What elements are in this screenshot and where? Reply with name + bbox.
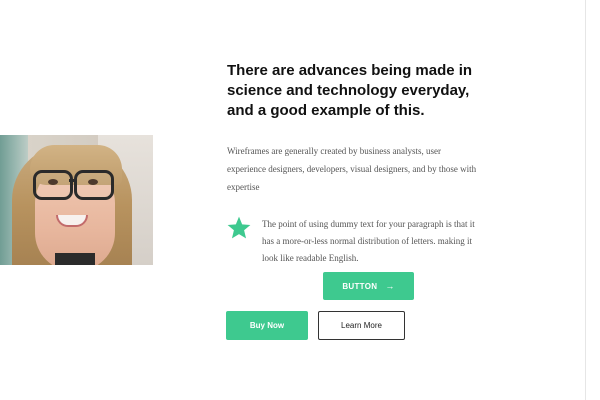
section-headline: There are advances being made in science… <box>227 62 473 119</box>
photo-eye-right <box>88 179 98 185</box>
buy-now-label: Buy Now <box>249 321 285 330</box>
section-paragraph: Wireframes are generally created by busi… <box>227 146 477 192</box>
photo-glasses-bridge <box>69 179 77 182</box>
learn-more-label: Learn More <box>341 321 382 330</box>
arrow-right-icon: → <box>385 281 395 291</box>
primary-button[interactable]: BUTTON → <box>323 272 414 300</box>
photo-eye-left <box>48 179 58 185</box>
photo-glasses-left-lens <box>33 170 73 200</box>
feature-text: The point of using dummy text for your p… <box>262 219 475 263</box>
learn-more-button[interactable]: Learn More <box>318 311 405 340</box>
photo-glasses-right-lens <box>74 170 114 200</box>
star-icon <box>227 216 251 239</box>
page-edge-divider <box>585 0 586 400</box>
photo-shirt <box>55 253 95 265</box>
profile-photo <box>0 135 153 265</box>
primary-button-label: BUTTON <box>342 281 378 291</box>
buy-now-button[interactable]: Buy Now <box>226 311 308 340</box>
